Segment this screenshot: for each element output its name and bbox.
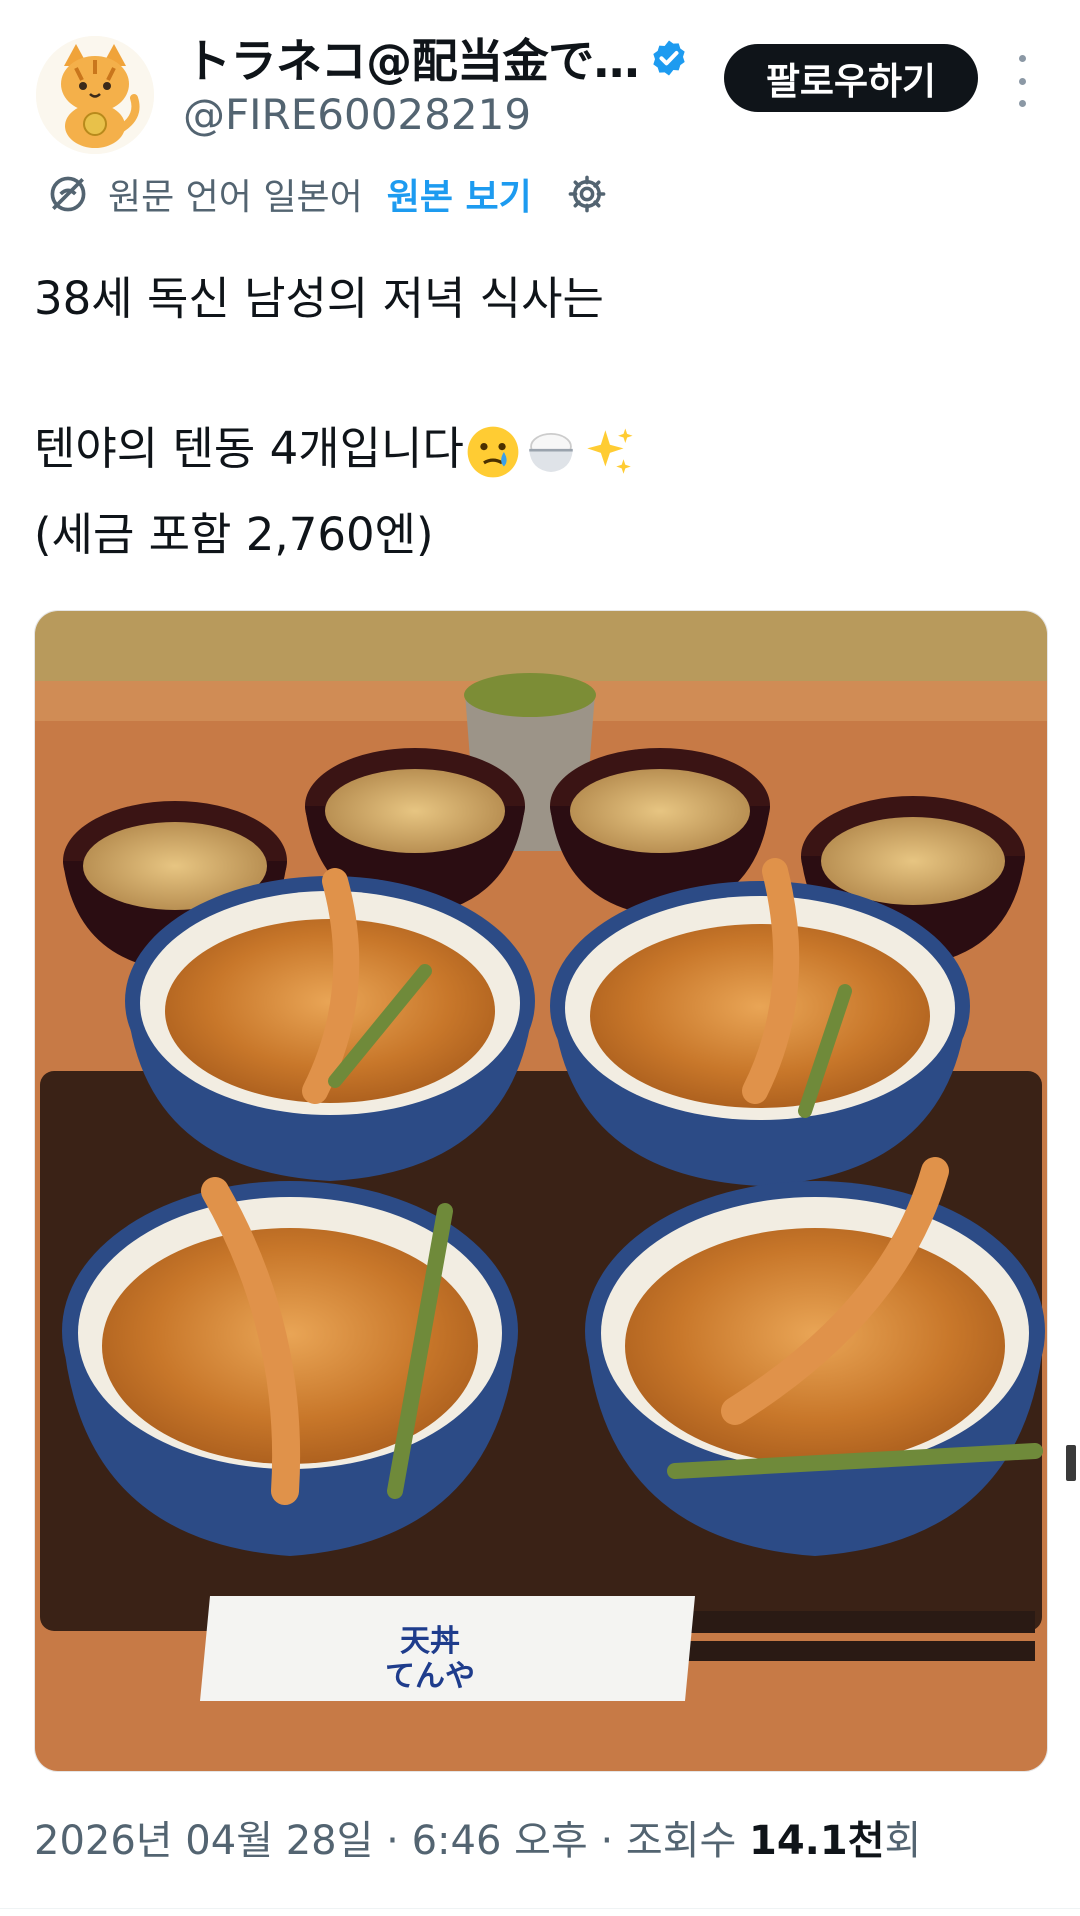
tweet-text-line-3: (세금 포함 2,760엔) xyxy=(34,508,434,561)
crying-face-emoji-icon xyxy=(467,426,519,478)
tweet-text-line-2: 텐야의 텐동 4개입니다 xyxy=(34,412,638,481)
cat-avatar-icon xyxy=(36,36,154,154)
tweet-meta: 2026년 04월 28일 · 6:46 오후 · 조회수 14.1천회 xyxy=(34,1808,921,1866)
verified-badge-icon xyxy=(653,40,685,76)
author-display-name[interactable]: トラネコ@配当金で… xyxy=(185,25,640,91)
wrapper-logo-line-2: てんや xyxy=(385,1659,475,1694)
tweet-text-line-1: 38세 독신 남성의 저녁 식사는 xyxy=(34,272,604,325)
meta-separator: · xyxy=(386,1818,412,1864)
rice-bowl-emoji-icon xyxy=(529,432,573,472)
tweet-photo[interactable]: 天丼 てんや xyxy=(34,610,1048,1772)
tweet-time[interactable]: 6:46 오후 xyxy=(412,1818,588,1864)
show-original-link[interactable]: 원본 보기 xyxy=(387,168,532,220)
sparkles-emoji-icon xyxy=(587,428,633,474)
views-count: 14.1천 xyxy=(749,1818,885,1864)
translation-source-text: 원문 언어 일본어 xyxy=(108,177,363,218)
author-name-row[interactable]: トラネコ@配当金で… xyxy=(185,28,689,88)
follow-button[interactable]: 팔로우하기 xyxy=(724,44,978,112)
views-prefix: 조회수 xyxy=(625,1818,737,1864)
gear-icon[interactable] xyxy=(566,173,608,215)
divider xyxy=(0,1908,1080,1909)
meta-separator: · xyxy=(600,1818,626,1864)
author-handle[interactable]: @FIRE60028219 xyxy=(183,90,531,139)
scrollbar-thumb[interactable] xyxy=(1066,1445,1076,1481)
wrapper-logo-line-1: 天丼 xyxy=(400,1624,460,1659)
tweet-date[interactable]: 2026년 04월 28일 xyxy=(34,1818,373,1864)
tweet-text-line-2-text: 텐야의 텐동 4개입니다 xyxy=(34,422,464,475)
more-options-icon[interactable] xyxy=(1010,55,1034,107)
translation-row: 원문 언어 일본어 원본 보기 xyxy=(46,166,608,222)
tendon-photo-illustration: 天丼 てんや xyxy=(35,611,1047,1771)
views-suffix: 회 xyxy=(884,1818,922,1864)
translate-icon xyxy=(50,176,86,212)
avatar[interactable] xyxy=(36,36,154,154)
